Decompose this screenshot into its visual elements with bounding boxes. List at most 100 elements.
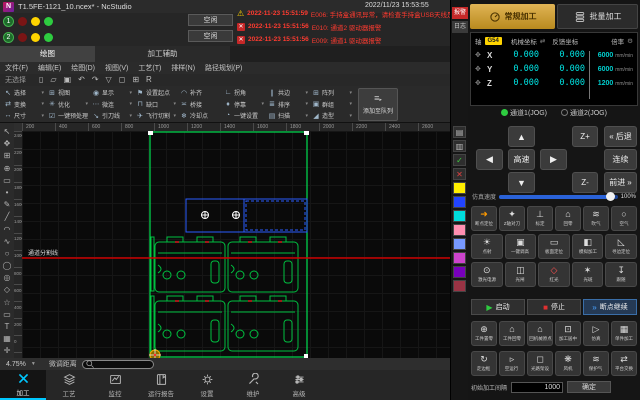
filter-icon[interactable]: ▽ xyxy=(106,75,112,85)
backward-button[interactable]: «后退 xyxy=(604,126,637,147)
sync-icon[interactable]: ⇄ xyxy=(540,37,545,45)
jog-up-button[interactable]: ▲ xyxy=(508,126,535,147)
alarm-panel-button[interactable]: 报警 xyxy=(452,7,468,19)
sheet-locate-button[interactable]: ▭板面定位 xyxy=(538,234,570,259)
marquee-tool-icon[interactable]: ▭ xyxy=(1,175,13,186)
color-blue[interactable] xyxy=(453,196,466,208)
point-tool-icon[interactable]: • xyxy=(1,187,13,198)
bridge-button[interactable]: ≍桥接 xyxy=(178,99,222,111)
jog-left-button[interactable]: ◀ xyxy=(476,149,503,170)
circle-tool-icon[interactable]: ○ xyxy=(1,248,13,259)
corner-button[interactable]: ∟拐角 xyxy=(222,87,266,99)
color-maroon[interactable] xyxy=(453,280,466,292)
go-home-button[interactable]: ⌂回零 xyxy=(555,206,581,231)
color-lightblue[interactable] xyxy=(453,238,466,250)
disable-layer-icon[interactable]: ✕ xyxy=(453,168,466,180)
edge-seek-button[interactable]: ◺寻边定位 xyxy=(605,234,637,259)
simulate-button[interactable]: ▷仿真 xyxy=(583,321,609,346)
protective-gas-button[interactable]: ≋保护气 xyxy=(583,351,609,376)
air-button[interactable]: ○空气 xyxy=(611,206,637,231)
breakpoint-resume-button[interactable]: »断点继续 xyxy=(583,299,637,315)
flying-cut-button[interactable]: ✈飞行切割▾ xyxy=(134,110,178,122)
rect-tool-icon[interactable]: ▭ xyxy=(1,309,13,320)
one-key-preprocess-button[interactable]: ☑一键预处理 xyxy=(46,110,90,122)
scroll-divider[interactable] xyxy=(589,51,590,99)
dry-run-button[interactable]: ▹空运行 xyxy=(499,351,525,376)
common-edge-button[interactable]: ∥共边▾ xyxy=(266,87,310,99)
return-workpiece-zero-button[interactable]: ⌂工件回零 xyxy=(499,321,525,346)
simulate-machining-button[interactable]: ◧模拟加工 xyxy=(572,234,604,259)
color-pink[interactable] xyxy=(453,224,466,236)
image-tool-icon[interactable]: ▦ xyxy=(1,333,13,344)
stop-button[interactable]: ■停止 xyxy=(527,299,581,315)
platform-exchange-button[interactable]: ⇄平台交换 xyxy=(611,351,637,376)
chevron-down-icon[interactable]: ▾ xyxy=(349,101,352,107)
color-purple[interactable] xyxy=(453,266,466,278)
tab-machining-assist[interactable]: 加工辅助 xyxy=(95,46,230,62)
radio-channel-2[interactable]: 通道2(JOG) xyxy=(561,108,607,118)
star-tool-icon[interactable]: ☆ xyxy=(1,297,13,308)
tab-normal-machining[interactable]: 常规加工 xyxy=(470,4,555,29)
new-file-icon[interactable]: ▯ xyxy=(39,75,43,85)
tab-maintenance[interactable]: 维护 xyxy=(230,370,276,400)
text-tool-icon[interactable]: T xyxy=(1,321,13,332)
ring-tool-icon[interactable]: ◎ xyxy=(1,272,13,283)
dock-button[interactable]: ♦停靠▾ xyxy=(222,99,266,111)
return-machine-origin-button[interactable]: ⌂回机械原点 xyxy=(527,321,553,346)
layer-list-icon[interactable]: ▤ xyxy=(453,126,466,138)
chevron-down-icon[interactable]: ▾ xyxy=(129,101,132,107)
tab-run-report[interactable]: 运行报告 xyxy=(138,370,184,400)
color-magenta[interactable] xyxy=(453,252,466,264)
tab-craft[interactable]: 工艺 xyxy=(46,370,92,400)
tab-monitor[interactable]: 监控 xyxy=(92,370,138,400)
menu-item[interactable]: 文件(F) xyxy=(5,63,28,73)
chevron-down-icon[interactable]: ▾ xyxy=(41,113,44,119)
array-button[interactable]: ⊞阵列▾ xyxy=(310,87,354,99)
chevron-down-icon[interactable]: ▾ xyxy=(129,113,132,119)
chevron-down-icon[interactable]: ▾ xyxy=(305,113,308,119)
chevron-down-icon[interactable]: ▼ xyxy=(31,361,36,367)
gap-button[interactable]: ⊓缺口▾ xyxy=(134,99,178,111)
chevron-down-icon[interactable]: ▾ xyxy=(261,101,264,107)
chevron-down-icon[interactable]: ▾ xyxy=(349,90,352,96)
open-file-icon[interactable]: ▱ xyxy=(50,75,56,85)
polygon-tool-icon[interactable]: ◇ xyxy=(1,284,13,295)
record-icon[interactable]: R xyxy=(146,75,152,85)
arc-tool-icon[interactable]: ◠ xyxy=(1,224,13,235)
cad-canvas[interactable]: 通道分割线 xyxy=(22,131,450,358)
calibrate-button[interactable]: ⊥标定 xyxy=(527,206,553,231)
sort-button[interactable]: ≣排序▾ xyxy=(266,99,310,111)
zoom-level[interactable]: 4.75% xyxy=(6,361,26,368)
breakpoint-locate-button[interactable]: ➜断点定位 xyxy=(471,206,497,231)
chevron-down-icon[interactable]: ▾ xyxy=(173,113,176,119)
pen-tool-icon[interactable]: ✎ xyxy=(1,199,13,210)
radio-channel-1[interactable]: 通道1(JOG) xyxy=(501,108,547,118)
tab-machining[interactable]: 加工 xyxy=(0,370,46,400)
workpiece-zero-button[interactable]: ⊕工件置零 xyxy=(471,321,497,346)
red-light-button[interactable]: ◇红光 xyxy=(538,262,570,287)
micro-joint-button[interactable]: ⋯微连▾ xyxy=(90,99,134,111)
patch-button[interactable]: ◠补齐 xyxy=(178,87,222,99)
chevron-down-icon[interactable]: ▾ xyxy=(41,101,44,107)
one-key-setup-button[interactable]: ◔一键设置 xyxy=(222,110,266,122)
optimize-button[interactable]: ✳优化▾ xyxy=(46,99,90,111)
undo-icon[interactable]: ↶ xyxy=(78,75,85,85)
chevron-down-icon[interactable]: ▾ xyxy=(173,101,176,107)
curve-tool-icon[interactable]: ∿ xyxy=(1,236,13,247)
select-button[interactable]: ↖选择▾ xyxy=(2,87,46,99)
continuous-button[interactable]: 连续 xyxy=(604,149,637,170)
enable-layer-icon[interactable]: ✓ xyxy=(453,154,466,166)
chevron-down-icon[interactable]: ▾ xyxy=(305,90,308,96)
forward-button[interactable]: 前进» xyxy=(604,172,637,193)
select-tool-icon[interactable]: ↖ xyxy=(1,126,13,137)
cooling-point-button[interactable]: ❄冷却点 xyxy=(178,110,222,122)
light-spot-button[interactable]: ✶光斑 xyxy=(572,262,604,287)
chevron-down-icon[interactable]: ▾ xyxy=(129,90,132,96)
shutter-button[interactable]: ◫光闸 xyxy=(505,262,537,287)
tab-batch-machining[interactable]: 批量加工 xyxy=(557,4,638,29)
transform-button[interactable]: ⇄变换▾ xyxy=(2,99,46,111)
menu-item[interactable]: 路径规划(P) xyxy=(205,63,242,73)
tab-drawing[interactable]: 绘图 xyxy=(0,46,95,62)
menu-item[interactable]: 排样(N) xyxy=(171,63,195,73)
shape-button[interactable]: ◢造型▾ xyxy=(310,110,354,122)
